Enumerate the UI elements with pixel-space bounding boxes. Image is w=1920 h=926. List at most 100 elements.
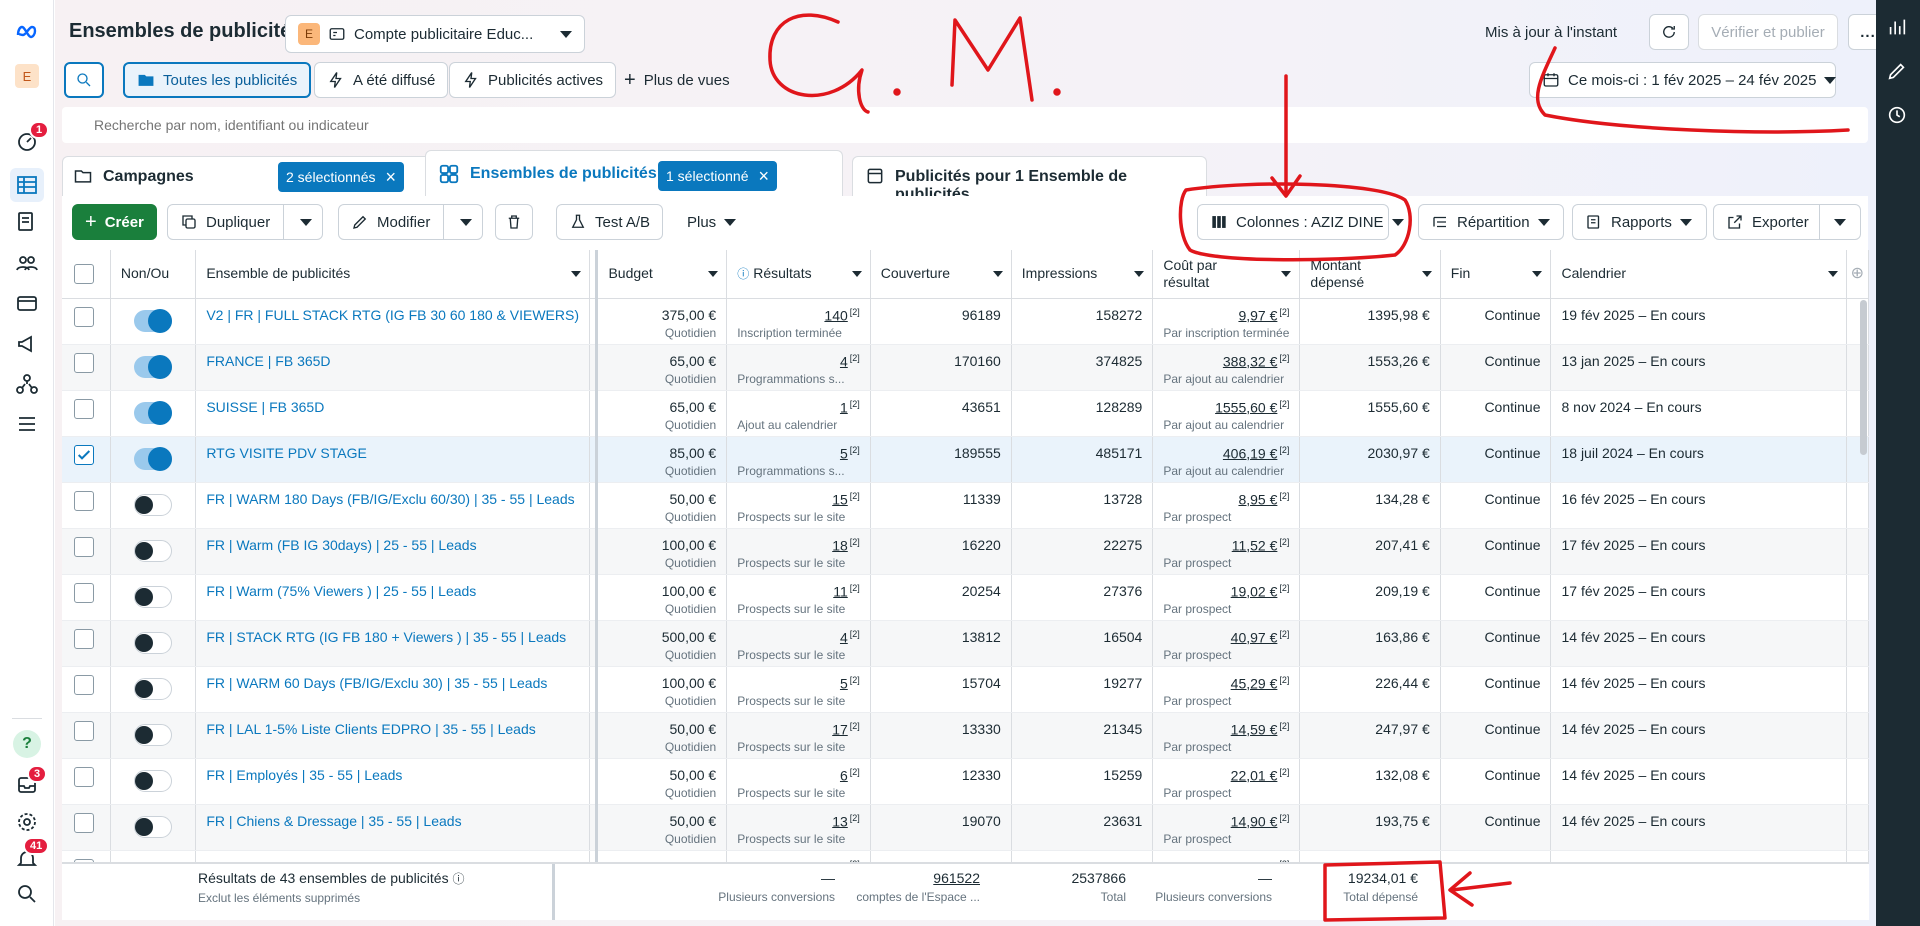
results-value[interactable]: 13 xyxy=(832,813,848,829)
row-name-cell[interactable]: FR | STACK RTG (IG FB 180 + Viewers ) | … xyxy=(195,620,590,667)
col-onoff[interactable]: Non/Ou xyxy=(110,250,197,299)
row-select-cell[interactable] xyxy=(62,390,111,437)
edit-button[interactable]: Modifier xyxy=(338,204,483,240)
results-value[interactable]: 140 xyxy=(824,307,847,323)
delivery-toggle[interactable] xyxy=(134,446,173,471)
add-column-icon[interactable]: ⊕ xyxy=(1846,250,1869,299)
table-row[interactable]: FR | STACK RTG (IG FB 180 + Viewers ) | … xyxy=(62,620,1869,667)
cpr-value[interactable]: 19,02 € xyxy=(1231,583,1278,599)
row-select-cell[interactable] xyxy=(62,804,111,851)
close-icon[interactable]: × xyxy=(386,168,397,186)
row-budget-cell[interactable]: 65,00 € Quotidien xyxy=(596,390,728,437)
refresh-button[interactable] xyxy=(1649,14,1689,50)
delivery-toggle[interactable] xyxy=(134,677,173,700)
review-publish-button[interactable]: Vérifier et publier xyxy=(1698,14,1838,50)
row-name-cell[interactable]: FR | Chiens & Dressage | 35 - 55 | Leads xyxy=(195,804,590,851)
row-toggle-cell[interactable] xyxy=(110,390,197,437)
row-select-cell[interactable] xyxy=(62,712,111,759)
table-row[interactable]: FRANCE | FB 365D 65,00 € Quotidien 4 [2] Prog… xyxy=(62,344,1869,391)
create-button[interactable]: + Créer xyxy=(72,204,157,240)
select-all-checkbox[interactable] xyxy=(74,263,94,284)
adset-name-link[interactable]: SUISSE | FB 365D xyxy=(206,399,579,415)
info-icon[interactable]: ⓘ xyxy=(452,872,464,886)
pencil-icon[interactable] xyxy=(1886,60,1910,84)
row-budget-cell[interactable]: 100,00 € Quotidien xyxy=(596,574,728,621)
row-select-cell[interactable] xyxy=(62,620,111,667)
columns-button[interactable]: Colonnes : AZIZ DINE xyxy=(1197,204,1404,240)
adset-name-link[interactable]: RTG VISITE PDV STAGE xyxy=(206,445,579,461)
delivery-toggle[interactable] xyxy=(134,815,173,838)
col-amount-spent[interactable]: Montant dépensé xyxy=(1299,250,1441,299)
cpr-value[interactable]: 1555,60 € xyxy=(1215,399,1277,415)
col-reach[interactable]: Couverture xyxy=(870,250,1012,299)
adset-name-link[interactable]: FR | WARM 60 Days (FB/IG/Exclu 30) | 35 … xyxy=(206,675,579,691)
help-icon[interactable]: ? xyxy=(13,730,41,758)
adset-name-link[interactable]: FRANCE | FB 365D xyxy=(206,353,579,369)
col-end[interactable]: Fin xyxy=(1440,250,1552,299)
network-icon[interactable] xyxy=(13,370,41,398)
search-toggle-button[interactable] xyxy=(64,62,104,98)
row-toggle-cell[interactable] xyxy=(110,666,197,713)
row-name-cell[interactable]: FR | Warm (75% Viewers ) | 25 - 55 | Lea… xyxy=(195,574,590,621)
tab-adsets[interactable]: Ensembles de publicités 1 sélectionné × xyxy=(425,150,843,198)
column-resize-handle[interactable] xyxy=(589,250,599,299)
table-row[interactable]: FR | LAL 1-5% Liste Clients EDPRO | 35 -… xyxy=(62,712,1869,759)
adset-name-link[interactable]: FR | Chiens & Dressage | 35 - 55 | Leads xyxy=(206,813,579,829)
vertical-scrollbar[interactable] xyxy=(1860,300,1867,455)
sort-caret-icon[interactable] xyxy=(992,271,1003,277)
notifications-bell-icon[interactable]: 41 xyxy=(13,837,50,873)
more-views-button[interactable]: + Plus de vues xyxy=(611,62,743,98)
table-row[interactable]: FR | WARM 60 Days (FB/IG/Exclu 30) | 35 … xyxy=(62,666,1869,713)
row-toggle-cell[interactable] xyxy=(110,758,197,805)
delete-button[interactable] xyxy=(495,204,533,240)
row-checkbox[interactable] xyxy=(74,812,94,833)
col-impressions[interactable]: Impressions xyxy=(1011,250,1154,299)
adset-name-link[interactable]: FR | WARM 180 Days (FB/IG/Exclu 60/30) |… xyxy=(206,491,579,507)
search-icon[interactable] xyxy=(13,880,41,908)
close-icon[interactable]: × xyxy=(759,167,770,185)
duplicate-button[interactable]: Dupliquer xyxy=(167,204,323,240)
view-delivered[interactable]: A été diffusé xyxy=(314,62,449,98)
delivery-toggle[interactable] xyxy=(134,723,173,746)
row-checkbox[interactable] xyxy=(74,674,94,695)
row-select-cell[interactable] xyxy=(62,436,111,483)
table-row[interactable]: FR | Warm (FB IG 30days) | 25 - 55 | Lea… xyxy=(62,528,1869,575)
delivery-toggle[interactable] xyxy=(134,400,173,425)
meta-logo-icon[interactable] xyxy=(13,18,41,46)
adset-name-link[interactable]: FR | Warm (75% Viewers ) | 25 - 55 | Lea… xyxy=(206,583,579,599)
row-budget-cell[interactable]: 50,00 € Quotidien xyxy=(596,712,728,759)
results-value[interactable]: 5 xyxy=(840,675,848,691)
sort-caret-icon[interactable] xyxy=(1532,271,1543,277)
gauge-icon[interactable]: 1 xyxy=(13,121,50,155)
sort-caret-icon[interactable] xyxy=(1134,271,1145,277)
export-button[interactable]: Exporter xyxy=(1713,204,1861,240)
chevron-down-icon[interactable] xyxy=(460,219,472,226)
cpr-value[interactable]: 45,29 € xyxy=(1231,675,1278,691)
results-value[interactable]: 4 xyxy=(840,353,848,369)
adset-name-link[interactable]: FR | Warm (FB IG 30days) | 25 - 55 | Lea… xyxy=(206,537,579,553)
results-value[interactable]: 17 xyxy=(832,721,848,737)
table-row[interactable]: FR | Chiens & Dressage | 35 - 55 | Leads… xyxy=(62,804,1869,851)
delivery-toggle[interactable] xyxy=(134,308,173,333)
history-clock-icon[interactable] xyxy=(1886,104,1910,128)
more-button[interactable]: Plus xyxy=(674,204,749,240)
cpr-value[interactable]: 406,19 € xyxy=(1223,445,1278,461)
table-icon[interactable] xyxy=(10,168,44,202)
chevron-down-icon[interactable] xyxy=(300,219,312,226)
cpr-value[interactable]: 22,01 € xyxy=(1231,767,1278,783)
row-select-cell[interactable] xyxy=(62,758,111,805)
col-cost-per-result[interactable]: Coût par résultat xyxy=(1152,250,1301,299)
row-select-cell[interactable] xyxy=(62,482,111,529)
row-name-cell[interactable]: FR | WARM 60 Days (FB/IG/Exclu 30) | 35 … xyxy=(195,666,590,713)
row-toggle-cell[interactable] xyxy=(110,298,197,345)
row-checkbox[interactable] xyxy=(74,536,94,557)
account-selector[interactable]: E Compte publicitaire Educ... xyxy=(285,15,585,53)
row-name-cell[interactable]: FR | WARM 180 Days (FB/IG/Exclu 60/30) |… xyxy=(195,482,590,529)
results-value[interactable]: 11 xyxy=(833,583,848,599)
bar-chart-icon[interactable] xyxy=(1886,16,1910,40)
row-toggle-cell[interactable] xyxy=(110,344,197,391)
adset-name-link[interactable]: FR | STACK RTG (IG FB 180 + Viewers ) | … xyxy=(206,629,579,645)
view-all-ads[interactable]: Toutes les publicités xyxy=(123,62,312,98)
row-budget-cell[interactable]: 100,00 € Quotidien xyxy=(596,528,728,575)
row-select-cell[interactable] xyxy=(62,666,111,713)
